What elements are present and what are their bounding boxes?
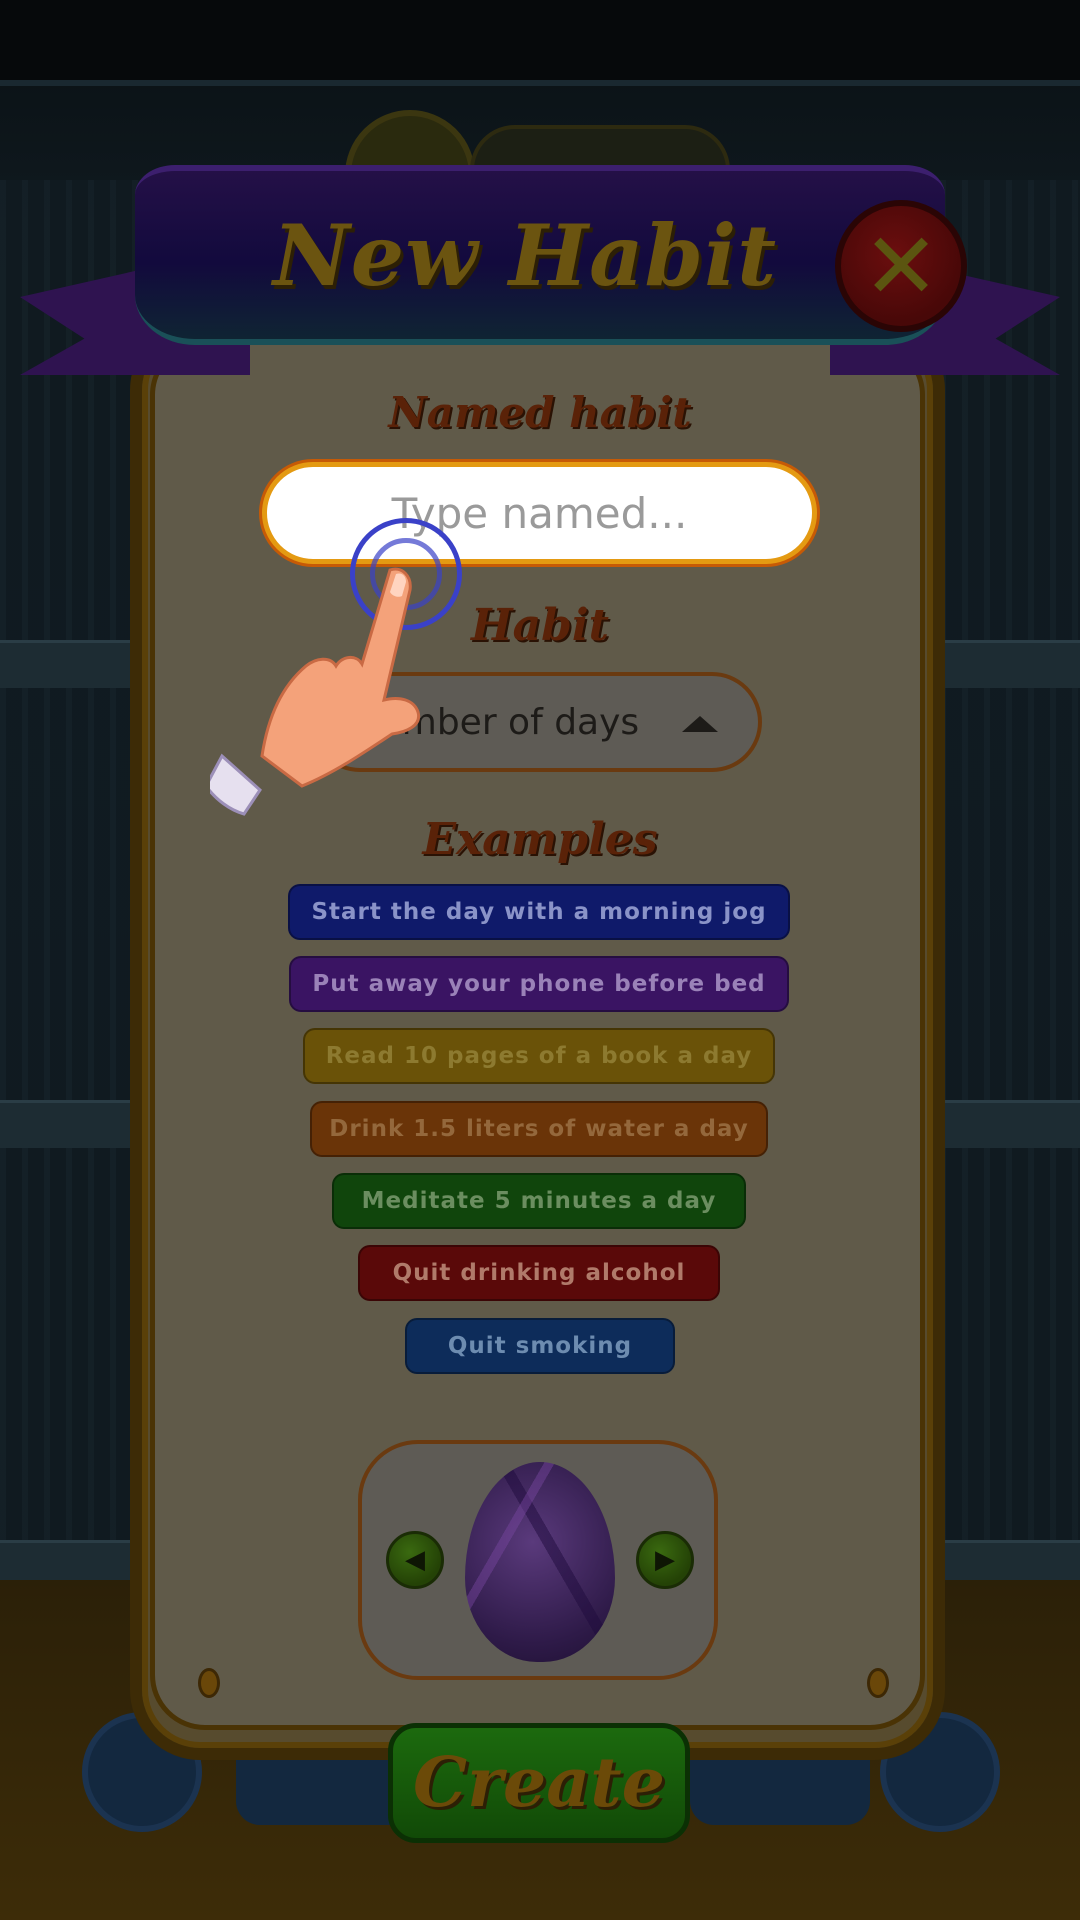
named-habit-label: Named habit	[388, 388, 692, 437]
example-button[interactable]: Put away your phone before bed	[289, 956, 789, 1012]
next-egg-button[interactable]: ▶	[636, 1531, 694, 1589]
shelf	[930, 1100, 1080, 1148]
example-button[interactable]: Drink 1.5 liters of water a day	[310, 1101, 768, 1157]
close-icon: ✕	[862, 212, 940, 320]
arrow-right-icon: ▶	[655, 1545, 675, 1575]
rivet-decoration	[867, 1668, 889, 1698]
rivet-decoration	[198, 1668, 220, 1698]
habit-label: Habit	[471, 600, 609, 651]
habit-name-input[interactable]	[262, 462, 817, 564]
examples-label: Examples	[422, 814, 658, 865]
close-button[interactable]: ✕	[835, 200, 967, 332]
example-button[interactable]: Read 10 pages of a book a day	[303, 1028, 775, 1084]
divider	[0, 80, 1080, 86]
shelf	[0, 1100, 150, 1148]
top-bar-background	[0, 0, 1080, 80]
example-button[interactable]: Start the day with a morning jog	[288, 884, 790, 940]
example-button[interactable]: Meditate 5 minutes a day	[332, 1173, 746, 1229]
modal-title: New Habit	[272, 205, 778, 305]
example-button[interactable]: Quit smoking	[405, 1318, 675, 1374]
previous-egg-button[interactable]: ◀	[386, 1531, 444, 1589]
example-button[interactable]: Quit drinking alcohol	[358, 1245, 720, 1301]
arrow-left-icon: ◀	[405, 1545, 425, 1575]
title-ribbon: New Habit	[135, 165, 945, 345]
pointing-hand-icon	[210, 567, 421, 816]
create-button[interactable]: Create	[388, 1723, 690, 1843]
caret-up-icon	[682, 716, 718, 732]
